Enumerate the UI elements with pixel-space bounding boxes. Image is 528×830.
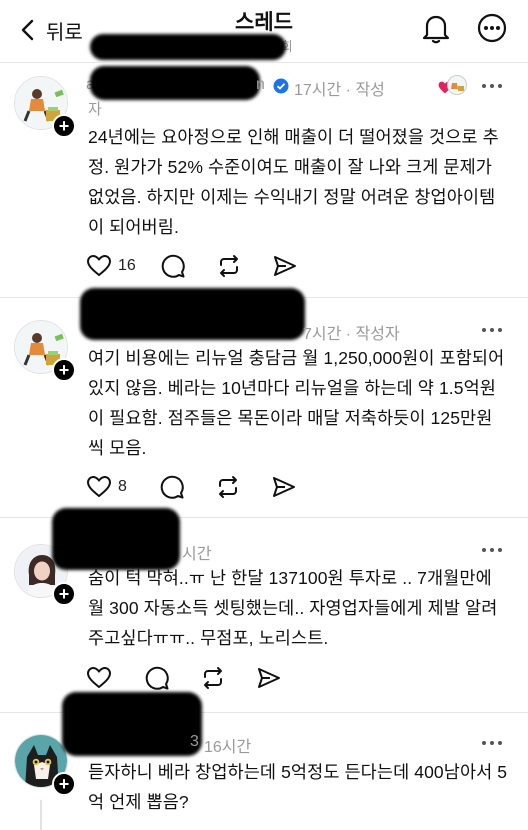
like-count: 8 bbox=[118, 478, 127, 495]
repost-button[interactable] bbox=[216, 253, 242, 279]
post-more-button[interactable] bbox=[482, 737, 508, 749]
avatar[interactable]: + bbox=[14, 320, 76, 382]
author-avatar-mini-icon bbox=[447, 75, 467, 95]
follow-plus-icon[interactable]: + bbox=[52, 772, 76, 796]
post-text: 여기 비용에는 리뉴얼 충담금 월 1,250,000원이 포함되어 있지 않음… bbox=[88, 348, 505, 458]
avatar[interactable]: + bbox=[14, 734, 76, 796]
repost-icon bbox=[204, 667, 222, 689]
redaction-mark bbox=[52, 508, 180, 570]
send-icon bbox=[273, 256, 296, 276]
post-actions bbox=[86, 665, 282, 691]
post-actions: 8 bbox=[86, 474, 297, 500]
post-time-prefix: 3 bbox=[190, 733, 199, 750]
heart-icon bbox=[86, 254, 112, 277]
post-text: 24년에는 요아정으로 인해 매출이 더 떨어졌을 것으로 추정. 원가가 52… bbox=[88, 127, 499, 237]
follow-plus-icon[interactable]: + bbox=[52, 114, 76, 138]
thread-line bbox=[40, 800, 42, 830]
post-text: 듣자하니 베라 창업하는데 5억정도 든다는데 400남아서 5억 언제 뽑음? bbox=[88, 762, 508, 812]
post-text: 숨이 턱 막혀..ㅠ 난 한달 137100원 투자로 .. 7개월만에 월 3… bbox=[88, 568, 498, 648]
send-icon bbox=[258, 668, 280, 688]
verified-badge-icon bbox=[273, 78, 289, 94]
comment-icon bbox=[160, 475, 184, 499]
post-time-tail: 자 bbox=[88, 101, 102, 118]
like-button[interactable] bbox=[86, 665, 112, 691]
heart-icon bbox=[86, 666, 112, 689]
repost-icon bbox=[218, 476, 237, 498]
post-time: 16시간 bbox=[204, 739, 252, 756]
notifications-button[interactable] bbox=[420, 12, 452, 44]
like-button[interactable]: 8 bbox=[86, 474, 127, 500]
redaction-mark bbox=[80, 288, 305, 340]
share-button[interactable] bbox=[256, 665, 282, 691]
post-more-button[interactable] bbox=[482, 80, 508, 92]
post-more-button[interactable] bbox=[482, 544, 508, 556]
share-button[interactable] bbox=[272, 253, 298, 279]
post-username-tail: n bbox=[256, 76, 265, 93]
repost-button[interactable] bbox=[215, 474, 241, 500]
more-circle-icon bbox=[477, 13, 507, 43]
reply-button[interactable] bbox=[159, 474, 185, 500]
post-time: 7시간 · 작성자 bbox=[303, 326, 400, 343]
send-icon bbox=[272, 477, 295, 497]
bell-icon bbox=[422, 15, 450, 44]
divider bbox=[0, 62, 528, 63]
more-options-button[interactable] bbox=[476, 12, 508, 44]
post-time: 17시간 · 작성 bbox=[294, 82, 385, 99]
redaction-mark bbox=[90, 66, 260, 100]
repost-icon bbox=[219, 255, 238, 277]
post-actions: 16 bbox=[86, 253, 298, 279]
follow-plus-icon[interactable]: + bbox=[52, 358, 76, 382]
follow-plus-icon[interactable]: + bbox=[52, 582, 76, 606]
like-button[interactable]: 16 bbox=[86, 253, 136, 279]
liked-by-author-badge bbox=[438, 75, 468, 95]
reply-button[interactable] bbox=[144, 665, 170, 691]
post-time: 시간 bbox=[182, 546, 212, 563]
comment-icon bbox=[161, 254, 185, 278]
post-more-button[interactable] bbox=[482, 324, 508, 336]
heart-icon bbox=[86, 475, 112, 498]
like-count: 16 bbox=[118, 257, 136, 274]
comment-icon bbox=[145, 666, 169, 690]
avatar[interactable]: + bbox=[14, 76, 76, 138]
reply-button[interactable] bbox=[160, 253, 186, 279]
repost-button[interactable] bbox=[200, 665, 226, 691]
redaction-mark bbox=[62, 692, 202, 756]
share-button[interactable] bbox=[271, 474, 297, 500]
redaction-mark bbox=[90, 34, 286, 60]
